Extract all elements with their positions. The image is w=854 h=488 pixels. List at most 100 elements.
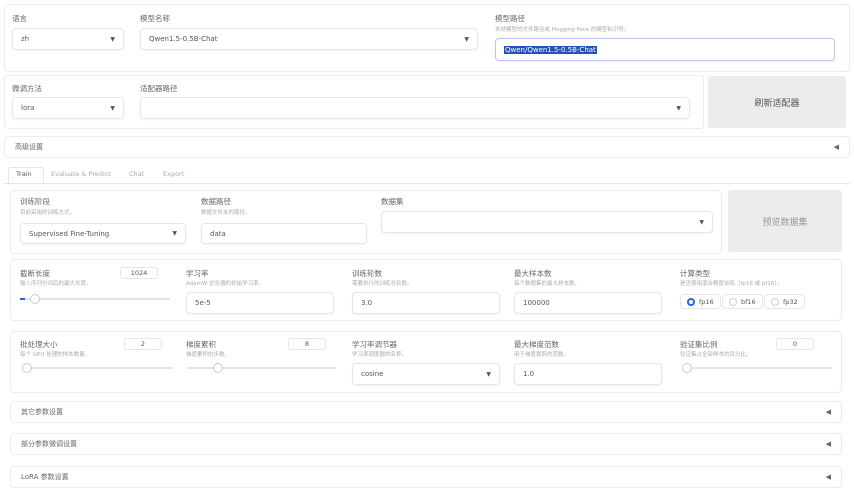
- max-samples-value: 100000: [523, 299, 550, 307]
- max-grad-label: 最大梯度范数: [514, 340, 559, 349]
- val-number[interactable]: 0: [776, 338, 814, 350]
- batch-label: 批处理大小: [20, 340, 58, 349]
- sched-select[interactable]: cosine ▼: [352, 363, 500, 385]
- tab-export[interactable]: Export: [163, 170, 184, 178]
- compute-info: 是否使用混合精度训练（fp16 或 bf16）。: [680, 281, 783, 287]
- model-path-input[interactable]: Qwen/Qwen1.5-0.5B-Chat: [495, 38, 835, 61]
- advanced-settings-accordion[interactable]: 高级设置 ◀: [4, 136, 850, 158]
- batch-info: 每个 GPU 处理的样本数量。: [20, 352, 91, 358]
- lang-label: 语言: [12, 14, 27, 23]
- cutoff-slider-fill: [20, 298, 25, 300]
- slider-knob[interactable]: [30, 294, 40, 304]
- radio-fp16[interactable]: fp16: [680, 294, 721, 309]
- cutoff-number[interactable]: 1024: [120, 267, 158, 279]
- freeze-settings-accordion[interactable]: 部分参数微调设置 ◀: [10, 433, 842, 455]
- model-name-value: Qwen1.5-0.5B-Chat: [149, 35, 218, 43]
- max-grad-input[interactable]: 1.0: [514, 363, 662, 385]
- grad-acc-slider[interactable]: [188, 363, 336, 373]
- model-name-select[interactable]: Qwen1.5-0.5B-Chat ▼: [140, 28, 478, 50]
- adapter-label: 适配器路径: [140, 84, 178, 93]
- accordion-label: 其它参数设置: [21, 408, 63, 416]
- tab-divider: [4, 183, 850, 184]
- radio-bf16[interactable]: bf16: [722, 294, 763, 309]
- lang-value: zh: [21, 35, 30, 43]
- lr-value: 5e-5: [195, 299, 211, 307]
- max-grad-value: 1.0: [523, 370, 535, 378]
- stage-info: 目前采用的训练方式。: [20, 210, 76, 216]
- model-path-label: 模型路径: [495, 14, 525, 23]
- compute-label: 计算类型: [680, 269, 710, 278]
- data-dir-input[interactable]: data: [201, 223, 367, 244]
- epochs-value: 3.0: [361, 299, 373, 307]
- max-grad-info: 用于梯度裁剪的范数。: [514, 352, 570, 358]
- lora-settings-accordion[interactable]: LoRA 参数设置 ◀: [10, 466, 842, 488]
- lr-input[interactable]: 5e-5: [186, 292, 334, 314]
- caret-down-icon: ▼: [110, 104, 115, 112]
- batch-slider[interactable]: [22, 363, 172, 373]
- model-path-value: Qwen/Qwen1.5-0.5B-Chat: [504, 45, 597, 54]
- other-settings-accordion[interactable]: 其它参数设置 ◀: [10, 401, 842, 423]
- radio-label: fp32: [783, 297, 798, 306]
- radio-dot: [729, 297, 737, 306]
- tab-chat[interactable]: Chat: [129, 170, 144, 178]
- finetune-select[interactable]: lora ▼: [12, 97, 124, 119]
- radio-fp32[interactable]: fp32: [764, 294, 805, 309]
- epochs-label: 训练轮数: [352, 269, 382, 278]
- model-name-label: 模型名称: [140, 14, 170, 23]
- tab-evaluate[interactable]: Evaluate & Predict: [51, 170, 111, 178]
- grad-acc-info: 梯度累积的步数。: [186, 352, 231, 358]
- dataset-label: 数据集: [381, 197, 404, 206]
- data-dir-value: data: [210, 229, 226, 238]
- cutoff-info: 输入序列分词后的最大长度。: [20, 281, 92, 287]
- caret-down-icon: ▼: [464, 35, 469, 43]
- adapter-select[interactable]: ▼: [140, 97, 690, 119]
- batch-number[interactable]: 2: [124, 338, 162, 350]
- refresh-adapter-button[interactable]: 刷新适配器: [708, 76, 846, 128]
- grad-acc-number[interactable]: 8: [288, 338, 326, 350]
- radio-dot: [771, 297, 779, 306]
- dataset-select[interactable]: ▼: [381, 211, 713, 233]
- max-samples-input[interactable]: 100000: [514, 292, 662, 314]
- accordion-label: 部分参数微调设置: [21, 440, 77, 448]
- data-dir-info: 数据文件夹的路径。: [201, 210, 251, 216]
- stage-label: 训练阶段: [20, 197, 50, 206]
- caret-down-icon: ▼: [110, 35, 115, 43]
- lr-label: 学习率: [186, 269, 209, 278]
- triangle-left-icon: ◀: [825, 440, 831, 448]
- slider-knob[interactable]: [213, 363, 223, 373]
- finetune-label: 微调方法: [12, 84, 42, 93]
- caret-down-icon: ▼: [172, 230, 177, 237]
- finetune-value: lora: [21, 104, 35, 112]
- lang-select[interactable]: zh ▼: [12, 28, 124, 50]
- model-path-info: 本地模型的文件路径或 Hugging Face 的模型标识符。: [495, 27, 630, 33]
- caret-down-icon: ▼: [676, 104, 681, 112]
- caret-down-icon: ▼: [699, 218, 704, 226]
- epochs-input[interactable]: 3.0: [352, 292, 500, 314]
- slider-knob[interactable]: [682, 363, 692, 373]
- sched-label: 学习率调节器: [352, 340, 397, 349]
- tab-train[interactable]: Train: [16, 170, 32, 178]
- triangle-left-icon: ◀: [825, 408, 831, 416]
- max-samples-label: 最大样本数: [514, 269, 552, 278]
- sched-value: cosine: [361, 370, 384, 378]
- cutoff-slider[interactable]: [20, 294, 170, 304]
- stage-value: Supervised Fine-Tuning: [29, 229, 110, 238]
- accordion-label: LoRA 参数设置: [21, 473, 69, 481]
- epochs-info: 需要执行的训练总轮数。: [352, 281, 413, 287]
- grad-acc-label: 梯度累积: [186, 340, 216, 349]
- accordion-label: 高级设置: [15, 143, 43, 151]
- caret-down-icon: ▼: [486, 370, 491, 378]
- lr-info: AdamW 优化器的初始学习率。: [186, 281, 265, 287]
- stage-select[interactable]: Supervised Fine-Tuning ▼: [20, 223, 186, 244]
- radio-dot: [687, 297, 695, 306]
- preview-dataset-button[interactable]: 预览数据集: [728, 190, 842, 252]
- radio-label: fp16: [699, 297, 714, 306]
- sched-info: 学习率调度器的名称。: [352, 352, 408, 358]
- val-label: 验证集比例: [680, 340, 718, 349]
- slider-knob[interactable]: [22, 363, 32, 373]
- data-dir-label: 数据路径: [201, 197, 231, 206]
- cutoff-label: 截断长度: [20, 269, 50, 278]
- radio-label: bf16: [741, 297, 756, 306]
- val-info: 验证集占全部样本的百分比。: [680, 352, 752, 358]
- val-slider[interactable]: [682, 363, 832, 373]
